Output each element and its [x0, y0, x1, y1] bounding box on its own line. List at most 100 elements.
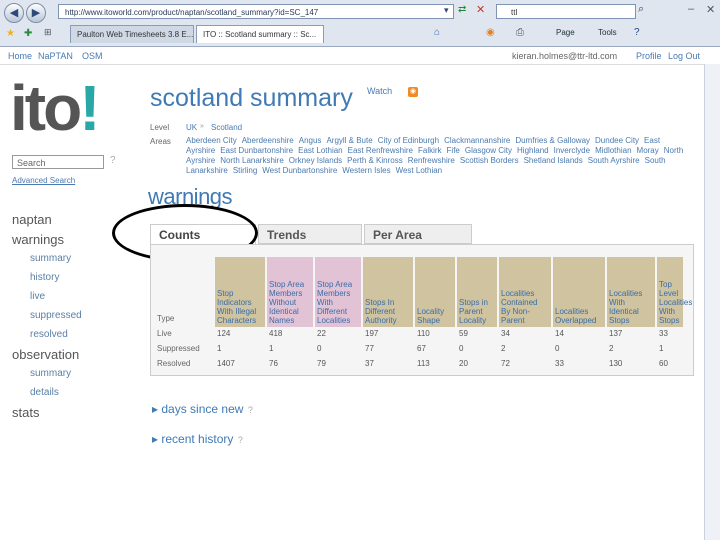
sidebar-item-live[interactable]: live	[30, 291, 45, 302]
column-header[interactable]: Stops in Parent Locality	[457, 257, 497, 327]
count-cell[interactable]: 79	[317, 359, 326, 368]
area-link[interactable]: Argyll & Bute	[326, 136, 372, 145]
column-header[interactable]: Stops In Different Authority	[363, 257, 413, 327]
nav-osm[interactable]: OSM	[82, 51, 103, 61]
count-cell[interactable]: 1407	[217, 359, 235, 368]
help-icon[interactable]: ?	[110, 155, 116, 166]
count-cell[interactable]: 1	[217, 344, 221, 353]
count-cell[interactable]: 77	[365, 344, 374, 353]
help-icon[interactable]: ?	[634, 27, 640, 38]
count-cell[interactable]: 37	[365, 359, 374, 368]
nav-home[interactable]: Home	[8, 51, 32, 61]
count-cell[interactable]: 0	[459, 344, 463, 353]
area-link[interactable]: Perth & Kinross	[347, 156, 403, 165]
help-icon[interactable]: ?	[238, 435, 243, 445]
area-link[interactable]: Highland	[517, 146, 549, 155]
column-header[interactable]: Localities With Identical Stops	[607, 257, 655, 327]
tab-per-area[interactable]: Per Area	[364, 224, 472, 244]
count-cell[interactable]: 113	[417, 359, 430, 368]
sidebar-item-naptan[interactable]: naptan	[12, 212, 52, 227]
sidebar-item-history[interactable]: history	[30, 272, 59, 283]
logout-link[interactable]: Log Out	[668, 51, 700, 61]
breadcrumb-scotland[interactable]: Scotland	[211, 123, 242, 132]
count-cell[interactable]: 418	[269, 329, 282, 338]
count-cell[interactable]: 0	[317, 344, 321, 353]
recent-history-section[interactable]: ▸ recent history ?	[152, 430, 243, 448]
area-link[interactable]: Glasgow City	[465, 146, 512, 155]
address-bar[interactable]: http://www.itoworld.com/product/naptan/s…	[58, 4, 454, 19]
area-link[interactable]: Inverclyde	[554, 146, 590, 155]
browser-search-input[interactable]: ttl	[496, 4, 636, 19]
area-link[interactable]: West Dunbartonshire	[262, 166, 337, 175]
browser-tab-timesheets[interactable]: Paulton Web Timesheets 3.8 E...	[70, 25, 194, 43]
count-cell[interactable]: 76	[269, 359, 278, 368]
sidebar-item-suppressed[interactable]: suppressed	[30, 310, 82, 321]
tab-list-icon[interactable]: ⊞	[44, 27, 52, 38]
column-header[interactable]: Top Level Localities With Stops	[657, 257, 692, 327]
count-cell[interactable]: 33	[659, 329, 668, 338]
minimize-icon[interactable]: –	[688, 3, 694, 15]
count-cell[interactable]: 110	[417, 329, 430, 338]
area-link[interactable]: East Dunbartonshire	[220, 146, 293, 155]
area-link[interactable]: Western Isles	[342, 166, 390, 175]
area-link[interactable]: Orkney Islands	[289, 156, 342, 165]
column-header[interactable]: Stop Area Members With Different Localit…	[315, 257, 361, 327]
refresh-icon[interactable]: ⇄	[458, 4, 466, 15]
page-scrollbar[interactable]	[704, 64, 720, 540]
nav-naptan[interactable]: NaPTAN	[38, 51, 73, 61]
count-cell[interactable]: 130	[609, 359, 622, 368]
column-header[interactable]: Stop Area Members Without Identical Name…	[267, 257, 313, 327]
area-link[interactable]: Dundee City	[595, 136, 639, 145]
count-cell[interactable]: 14	[555, 329, 564, 338]
area-link[interactable]: Falkirk	[418, 146, 442, 155]
sidebar-item-warnings[interactable]: warnings	[12, 232, 64, 247]
area-link[interactable]: East Lothian	[298, 146, 342, 155]
count-cell[interactable]: 2	[501, 344, 505, 353]
sidebar-search-input[interactable]: Search	[12, 155, 104, 169]
forward-icon[interactable]: ▶	[26, 3, 46, 23]
watch-link[interactable]: Watch	[367, 86, 392, 96]
area-link[interactable]: Fife	[447, 146, 460, 155]
page-menu[interactable]: Page	[556, 28, 575, 37]
area-link[interactable]: North Lanarkshire	[220, 156, 284, 165]
area-link[interactable]: Renfrewshire	[408, 156, 455, 165]
column-header[interactable]: Locality Shape	[415, 257, 455, 327]
print-icon[interactable]: ⎙	[516, 27, 524, 38]
column-header[interactable]: Stop Indicators With Illegal Characters	[215, 257, 265, 327]
count-cell[interactable]: 60	[659, 359, 668, 368]
count-cell[interactable]: 72	[501, 359, 510, 368]
feeds-icon[interactable]: ◉	[486, 27, 495, 38]
count-cell[interactable]: 33	[555, 359, 564, 368]
search-icon[interactable]: ⌕	[638, 3, 644, 16]
area-link[interactable]: South Ayrshire	[588, 156, 640, 165]
ito-logo[interactable]: ito!	[10, 76, 101, 140]
sidebar-item-summary[interactable]: summary	[30, 253, 71, 264]
advanced-search-link[interactable]: Advanced Search	[12, 176, 75, 185]
column-header[interactable]: Localities Contained By Non-Parent	[499, 257, 551, 327]
sidebar-item-resolved[interactable]: resolved	[30, 329, 68, 340]
count-cell[interactable]: 124	[217, 329, 230, 338]
count-cell[interactable]: 22	[317, 329, 326, 338]
sidebar-item-observation[interactable]: observation	[12, 347, 79, 362]
help-icon[interactable]: ?	[248, 405, 253, 415]
days-since-new-section[interactable]: ▸ days since new ?	[152, 400, 253, 418]
area-link[interactable]: Shetland Islands	[524, 156, 583, 165]
close-window-icon[interactable]: ✕	[706, 3, 715, 16]
area-link[interactable]: Aberdeenshire	[242, 136, 294, 145]
count-cell[interactable]: 197	[365, 329, 378, 338]
count-cell[interactable]: 1	[659, 344, 663, 353]
area-link[interactable]: Moray	[637, 146, 659, 155]
profile-link[interactable]: Profile	[636, 51, 662, 61]
count-cell[interactable]: 0	[555, 344, 559, 353]
count-cell[interactable]: 67	[417, 344, 426, 353]
area-link[interactable]: Midlothian	[595, 146, 631, 155]
sidebar-item-details[interactable]: details	[30, 387, 59, 398]
home-icon[interactable]: ⌂	[434, 27, 440, 38]
area-link[interactable]: City of Edinburgh	[378, 136, 439, 145]
area-link[interactable]: Angus	[299, 136, 322, 145]
stop-icon[interactable]: ✕	[476, 3, 485, 16]
area-link[interactable]: Clackmannanshire	[444, 136, 510, 145]
browser-tab-ito[interactable]: ITO :: Scotland summary :: Sc...	[196, 25, 324, 43]
area-link[interactable]: Stirling	[233, 166, 257, 175]
column-header[interactable]: Localities Overlapped	[553, 257, 605, 327]
